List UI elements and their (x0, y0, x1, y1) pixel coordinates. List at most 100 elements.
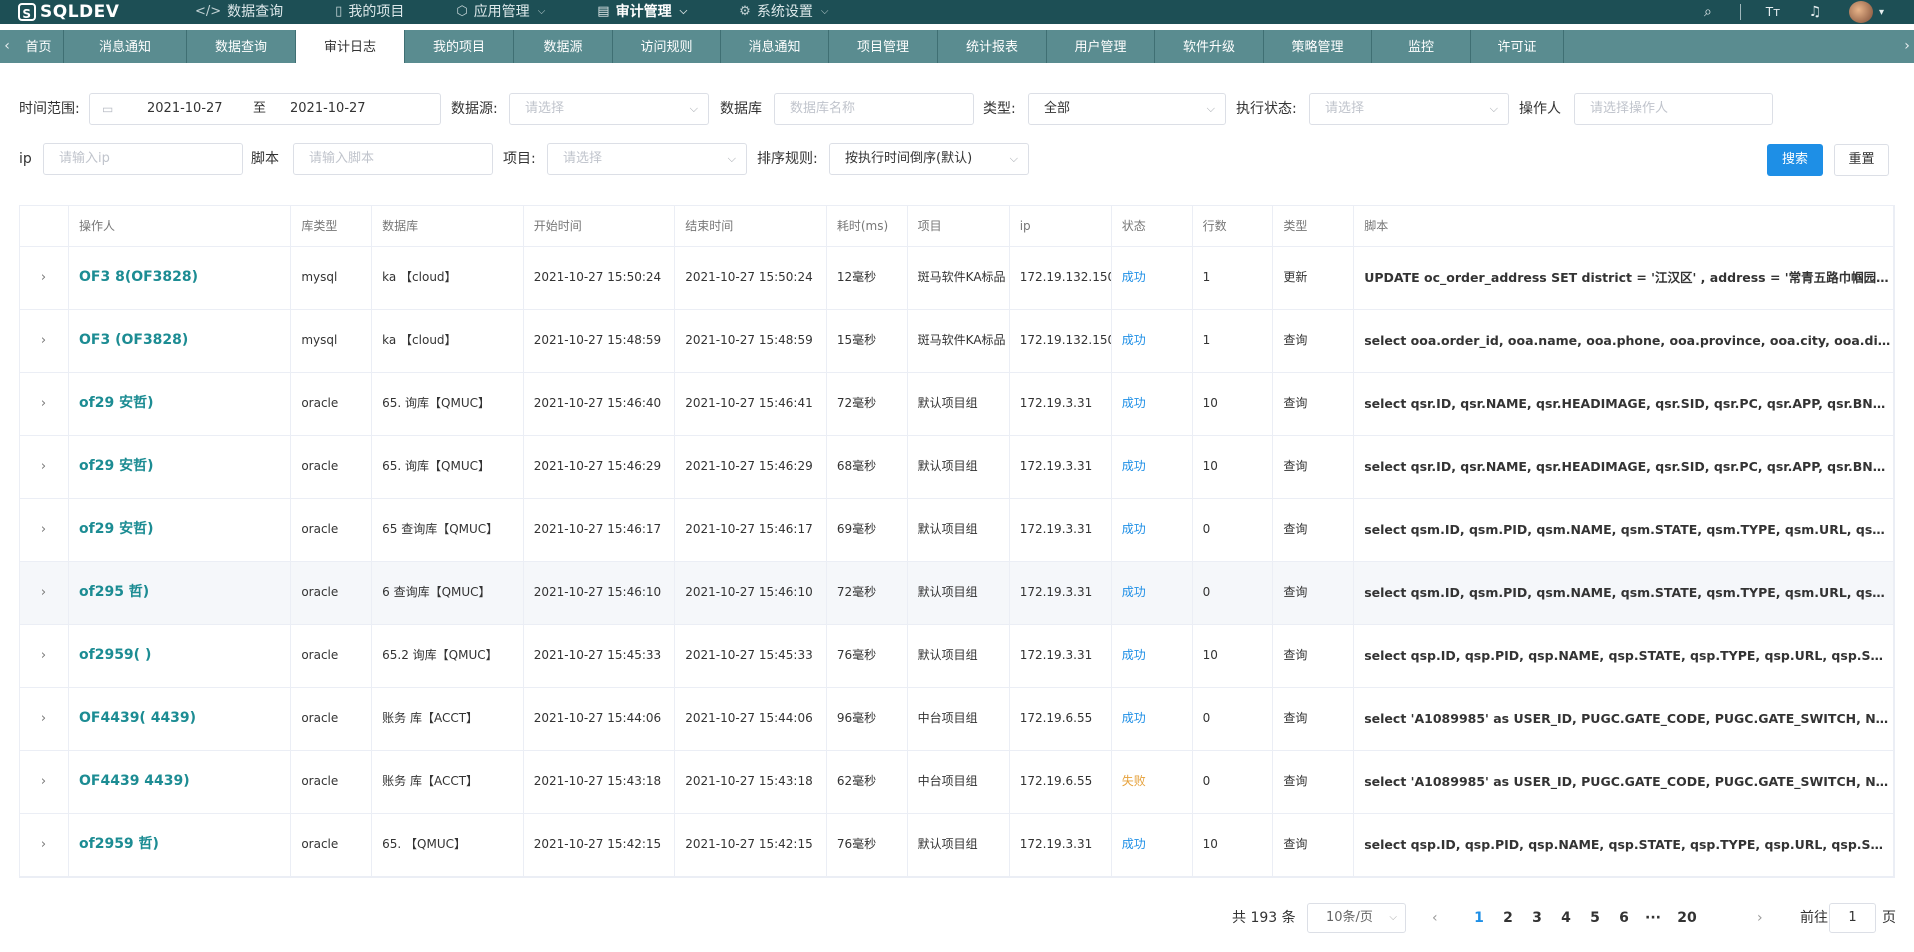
project-label: 项目: (503, 151, 536, 167)
operator-cell[interactable]: of29 安哲) (68, 498, 292, 562)
main-menu: </> 数据查询 ▯ 我的项目 ⬡ 应用管理 ⌵ ▤ 审计管理 ⌵ ⚙ 系统设置 ⌵ (195, 0, 880, 24)
avatar[interactable] (1848, 1, 1873, 23)
database-input[interactable]: 数据库名称 (774, 93, 974, 125)
page-number[interactable]: 2 (1493, 902, 1523, 934)
project-cell: 默认项目组 (907, 498, 1010, 562)
expand-row-icon[interactable]: › (20, 687, 69, 751)
table-row[interactable]: › OF3 8(OF3828) mysql ka 【cloud】 2021-10-27 … (20, 246, 1894, 310)
type-cell: 查询 (1272, 687, 1355, 751)
date-to[interactable]: 2021-10-27 (290, 94, 366, 124)
db-type-cell: oracle (290, 372, 373, 436)
chevron-down-icon[interactable]: ▾ (1879, 7, 1884, 18)
prev-page-icon[interactable]: ‹ (1432, 902, 1438, 934)
more-pages-icon[interactable]: ··· (1638, 902, 1668, 934)
search-button[interactable]: 搜索 (1767, 144, 1823, 176)
tab-scroll-right-icon[interactable]: › (1900, 30, 1914, 63)
tab-item[interactable]: 软件升级 (1155, 30, 1264, 63)
page-size-select[interactable]: 10条/页 ⌵ (1307, 903, 1406, 933)
page-number[interactable]: 3 (1522, 902, 1552, 934)
date-from[interactable]: 2021-10-27 (147, 94, 223, 124)
tab-item[interactable]: 监控 (1372, 30, 1471, 63)
operator-select[interactable]: 请选择操作人 (1574, 93, 1773, 125)
expand-row-icon[interactable]: › (20, 750, 69, 814)
exec-status-label: 执行状态: (1236, 101, 1297, 117)
calendar-icon: ▭ (102, 102, 114, 116)
table-row[interactable]: › of2959( ) oracle 65.2 询库【QMUC】 2021-10-27 … (20, 624, 1894, 688)
tab-item[interactable]: 消息通知 (64, 30, 187, 63)
datasource-select[interactable]: 请选择 ⌵ (509, 93, 709, 125)
nav-system-settings[interactable]: ⚙ 系统设置 ⌵ (739, 0, 850, 24)
goto-page-input[interactable]: 1 (1829, 903, 1876, 933)
page-number[interactable]: 20 (1672, 902, 1702, 934)
page-number[interactable]: 6 (1609, 902, 1639, 934)
expand-row-icon[interactable]: › (20, 498, 69, 562)
operator-cell[interactable]: of29 安哲) (68, 435, 292, 499)
tab-scroll-left-icon[interactable]: ‹ (0, 30, 14, 63)
tab-item[interactable]: 用户管理 (1047, 30, 1155, 63)
script-input[interactable]: 请输入脚本 (293, 143, 493, 175)
expand-row-icon[interactable]: › (20, 624, 69, 688)
column-header: 库类型 (290, 206, 373, 247)
tab-item[interactable]: 首页 (14, 30, 64, 63)
date-range-picker[interactable]: ▭ 2021-10-27 至 2021-10-27 (89, 93, 441, 125)
tab-item[interactable]: 数据查询 (187, 30, 296, 63)
db-type-cell: oracle (290, 750, 373, 814)
table-row[interactable]: › of29 安哲) oracle 65. 询库【QMUC】 2021-10-27 15… (20, 372, 1894, 436)
table-row[interactable]: › of29 安哲) oracle 65 查询库【QMUC】 2021-10-27 15… (20, 498, 1894, 562)
row-count-cell: 10 (1192, 435, 1274, 499)
nav-label: 数据查询 (227, 4, 284, 20)
table-row[interactable]: › OF3 (OF3828) mysql ka 【cloud】 2021-10-27 1… (20, 309, 1894, 373)
chevron-down-icon: ⌵ (1489, 102, 1498, 115)
operator-cell[interactable]: OF3 8(OF3828) (68, 246, 292, 310)
exec-status-select[interactable]: 请选择 ⌵ (1309, 93, 1509, 125)
expand-row-icon[interactable]: › (20, 435, 69, 499)
tab-item[interactable]: 许可证 (1471, 30, 1564, 63)
table-row[interactable]: › of2959 哲) oracle 65. 【QMUC】 2021-10-27 15:… (20, 813, 1894, 877)
page-number[interactable]: 1 (1464, 902, 1494, 934)
tab-item[interactable]: 统计报表 (938, 30, 1047, 63)
type-label: 类型: (983, 101, 1016, 117)
tab-item[interactable]: 访问规则 (613, 30, 721, 63)
expand-row-icon[interactable]: › (20, 246, 69, 310)
nav-audit-management[interactable]: ▤ 审计管理 ⌵ (597, 0, 709, 24)
tab-item[interactable]: 我的项目 (405, 30, 514, 63)
operator-cell[interactable]: of295 哲) (68, 561, 292, 625)
tab-item[interactable]: 数据源 (514, 30, 613, 63)
tab-item[interactable]: 审计日志 (296, 30, 405, 63)
next-page-icon[interactable]: › (1757, 902, 1763, 934)
expand-row-icon[interactable]: › (20, 561, 69, 625)
table-row[interactable]: › of295 哲) oracle 6 查询库【QMUC】 2021-10-27 15:… (20, 561, 1894, 625)
app-logo[interactable]: S SQLDEV (18, 1, 119, 23)
expand-row-icon[interactable]: › (20, 813, 69, 877)
font-size-icon[interactable]: Tт (1763, 5, 1783, 19)
operator-cell[interactable]: of29 安哲) (68, 372, 292, 436)
nav-app-management[interactable]: ⬡ 应用管理 ⌵ (456, 0, 567, 24)
project-select[interactable]: 请选择 ⌵ (547, 143, 747, 175)
tab-item[interactable]: 项目管理 (829, 30, 938, 63)
operator-cell[interactable]: OF4439( 4439) (68, 687, 292, 751)
tab-item[interactable]: 消息通知 (721, 30, 829, 63)
table-row[interactable]: › of29 安哲) oracle 65. 询库【QMUC】 2021-10-27 15… (20, 435, 1894, 499)
table-row[interactable]: › OF4439 4439) oracle 账务 库【ACCT】 2021-10-27 … (20, 750, 1894, 814)
operator-cell[interactable]: OF4439 4439) (68, 750, 292, 814)
expand-row-icon[interactable]: › (20, 309, 69, 373)
ip-input[interactable]: 请输入ip (43, 143, 243, 175)
page-number[interactable]: 5 (1580, 902, 1610, 934)
operator-cell[interactable]: of2959( ) (68, 624, 292, 688)
nav-data-query[interactable]: </> 数据查询 (195, 0, 305, 24)
page-number[interactable]: 4 (1551, 902, 1581, 934)
row-count-cell: 10 (1192, 624, 1274, 688)
reset-button[interactable]: 重置 (1834, 144, 1889, 176)
nav-my-projects[interactable]: ▯ 我的项目 (335, 0, 426, 24)
bell-icon[interactable]: ♫ (1805, 4, 1825, 20)
table-row[interactable]: › OF4439( 4439) oracle 账务 库【ACCT】 2021-10-27… (20, 687, 1894, 751)
type-select[interactable]: 全部 ⌵ (1028, 93, 1226, 125)
end-time-cell: 2021-10-27 15:46:41 (674, 372, 827, 436)
tab-item[interactable]: 策略管理 (1264, 30, 1372, 63)
operator-cell[interactable]: OF3 (OF3828) (68, 309, 292, 373)
operator-cell[interactable]: of2959 哲) (68, 813, 292, 877)
sort-select[interactable]: 按执行时间倒序(默认) ⌵ (829, 143, 1029, 175)
search-icon[interactable]: ⌕ (1698, 4, 1718, 20)
expand-row-icon[interactable]: › (20, 372, 69, 436)
end-time-cell: 2021-10-27 15:50:24 (674, 246, 827, 310)
